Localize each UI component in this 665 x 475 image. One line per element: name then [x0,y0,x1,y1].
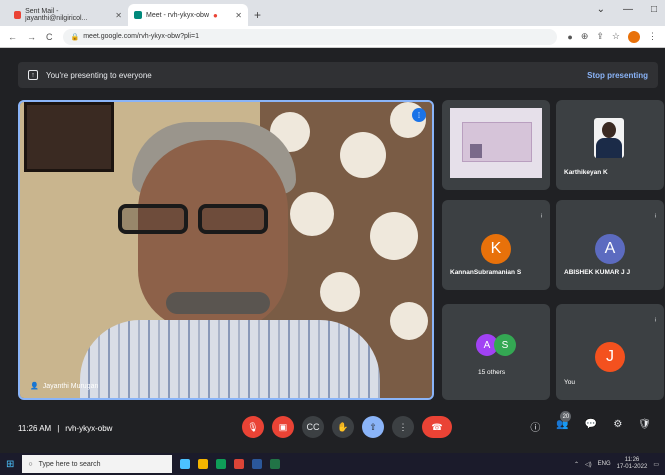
speaker-shirt [80,320,380,398]
notifications-icon[interactable]: ▭ [653,461,659,468]
file-explorer-icon[interactable] [198,459,209,469]
window-controls: ⌄ — □ [597,4,657,15]
browser-tab-strip: Sent Mail - jayanthi@nilgiricol... ✕ Mee… [0,0,665,26]
camera-icon[interactable]: ● [567,32,572,42]
mic-off-icon: ᵢ [654,314,656,323]
meeting-controls-bar: 11:26 AM | rvh-ykyx-obw 🎙 ▣ CC ✋ ⇧ ⋮ ☎ ⓘ… [0,403,665,453]
recording-dot-icon: ● [213,10,218,20]
url-text: meet.google.com/rvh-ykyx-obw?pli=1 [83,33,199,40]
minimize-button[interactable]: — [623,4,633,15]
present-icon: ↑ [28,70,38,80]
avatar: S [494,334,516,356]
avatar: J [595,342,625,372]
people-count-badge: 20 [560,411,572,422]
mic-toggle-button[interactable]: 🎙 [242,416,264,438]
shared-document-thumbnail [450,108,542,178]
captions-button[interactable]: CC [302,416,324,438]
meet-canvas: ↑ You're presenting to everyone Stop pre… [0,48,665,453]
participant-name: KannanSubramanian S [450,269,522,276]
chat-icon[interactable]: 💬 [585,419,597,434]
reload-icon[interactable]: C [46,32,53,42]
close-tab-icon[interactable]: ✕ [235,11,242,20]
wall-picture [24,102,114,172]
stop-presenting-button[interactable]: Stop presenting [587,71,648,80]
gmail-icon [14,11,22,19]
toolbar-icons: ● ⊕ ⇪ ☆ ⋮ [567,30,657,43]
participant-name: ABISHEK KUMAR J J [564,269,631,276]
participant-tile-abishek[interactable]: ᵢ A ABISHEK KUMAR J J [556,200,664,290]
meeting-time: 11:26 AM [18,423,52,433]
speaker-mustache [166,292,270,314]
network-icon[interactable]: ⌃ [574,461,579,468]
volume-icon[interactable]: ◁) [585,461,592,468]
word-icon[interactable] [252,459,263,469]
store-icon[interactable] [216,459,227,469]
person-icon: 👤 [30,383,39,390]
people-icon[interactable]: 👥 20 [556,411,572,434]
host-controls-icon[interactable]: 🛡 [638,419,651,434]
system-tray: ⌃ ◁) ENG 11:26 17-01-2022 ▭ [574,457,659,471]
excel-icon[interactable] [270,459,281,469]
windows-taskbar: ⊞ ○ Type here to search ⌃ ◁) ENG 11:26 1… [0,453,665,475]
tab-gmail[interactable]: Sent Mail - jayanthi@nilgiricol... ✕ [8,4,128,26]
chrome-icon[interactable] [234,459,245,469]
maximize-button[interactable]: □ [651,4,657,15]
participant-tile-kannan[interactable]: ᵢ K KannanSubramanian S [442,200,550,290]
mic-off-icon: ᵢ [540,210,542,219]
meet-icon [134,11,142,19]
main-speaker-video[interactable]: ⁞ 👤 Jayanthi Murugan [18,100,434,400]
participant-name: You [564,379,575,386]
speaker-glasses [118,204,294,236]
camera-toggle-button[interactable]: ▣ [272,416,294,438]
edge-icon[interactable] [180,459,191,469]
mic-off-icon: ᵢ [654,210,656,219]
avatar: K [481,234,511,264]
participant-name: Karthikeyan K [564,169,608,176]
tab-label: Sent Mail - jayanthi@nilgiricol... [25,8,88,22]
close-tab-icon[interactable]: ✕ [115,11,122,20]
menu-icon[interactable]: ⋮ [648,31,657,42]
call-controls: 🎙 ▣ CC ✋ ⇧ ⋮ ☎ [242,416,452,438]
share-icon[interactable]: ⇪ [596,31,604,42]
search-icon: ○ [28,460,33,468]
activities-icon[interactable]: ⚙ [613,419,622,434]
meeting-info: 11:26 AM | rvh-ykyx-obw [18,424,112,433]
tab-label: Meet - rvh-ykyx-obw [146,11,210,19]
profile-avatar[interactable] [628,30,640,43]
others-count: 15 others [478,369,506,376]
language-indicator[interactable]: ENG [598,461,611,467]
present-button[interactable]: ⇧ [362,416,384,438]
participant-tile-others[interactable]: A S 15 others [442,304,550,400]
lock-icon: 🔒 [70,33,80,41]
star-icon[interactable]: ☆ [612,31,620,42]
side-panel-controls: ⓘ 👥 20 💬 ⚙ 🛡 [530,411,651,434]
avatar: A [595,234,625,264]
main-speaker-name: 👤 Jayanthi Murugan [30,382,99,391]
windows-start-icon[interactable]: ⊞ [6,459,14,470]
clock[interactable]: 11:26 17-01-2022 [617,457,648,471]
raise-hand-button[interactable]: ✋ [332,416,354,438]
tab-meet[interactable]: Meet - rvh-ykyx-obw ● ✕ [128,4,248,26]
more-options-button[interactable]: ⋮ [392,416,414,438]
banner-text: You're presenting to everyone [46,70,152,80]
forward-icon[interactable]: → [27,32,36,42]
info-icon[interactable]: ⓘ [530,419,540,434]
leave-call-button[interactable]: ☎ [422,416,452,438]
separator: | [57,423,60,433]
new-tab-button[interactable]: + [254,8,261,22]
presenting-banner: ↑ You're presenting to everyone Stop pre… [18,62,658,88]
speaking-indicator-icon: ⁞ [412,108,426,122]
back-icon[interactable]: ← [8,32,17,42]
participant-tile-karthikeyan[interactable]: Karthikeyan K [556,100,664,190]
participant-tile-you[interactable]: ᵢ J You [556,304,664,400]
participant-tile-presentation[interactable] [442,100,550,190]
taskbar-search[interactable]: ○ Type here to search [22,455,173,473]
participant-video [594,118,624,158]
dropdown-icon[interactable]: ⌄ [597,4,605,15]
browser-toolbar: ← → C 🔒 meet.google.com/rvh-ykyx-obw?pli… [0,26,665,48]
search-placeholder: Type here to search [38,460,101,468]
address-bar[interactable]: 🔒 meet.google.com/rvh-ykyx-obw?pli=1 [62,28,558,45]
zoom-icon[interactable]: ⊕ [581,31,589,42]
meeting-code: rvh-ykyx-obw [65,423,113,433]
